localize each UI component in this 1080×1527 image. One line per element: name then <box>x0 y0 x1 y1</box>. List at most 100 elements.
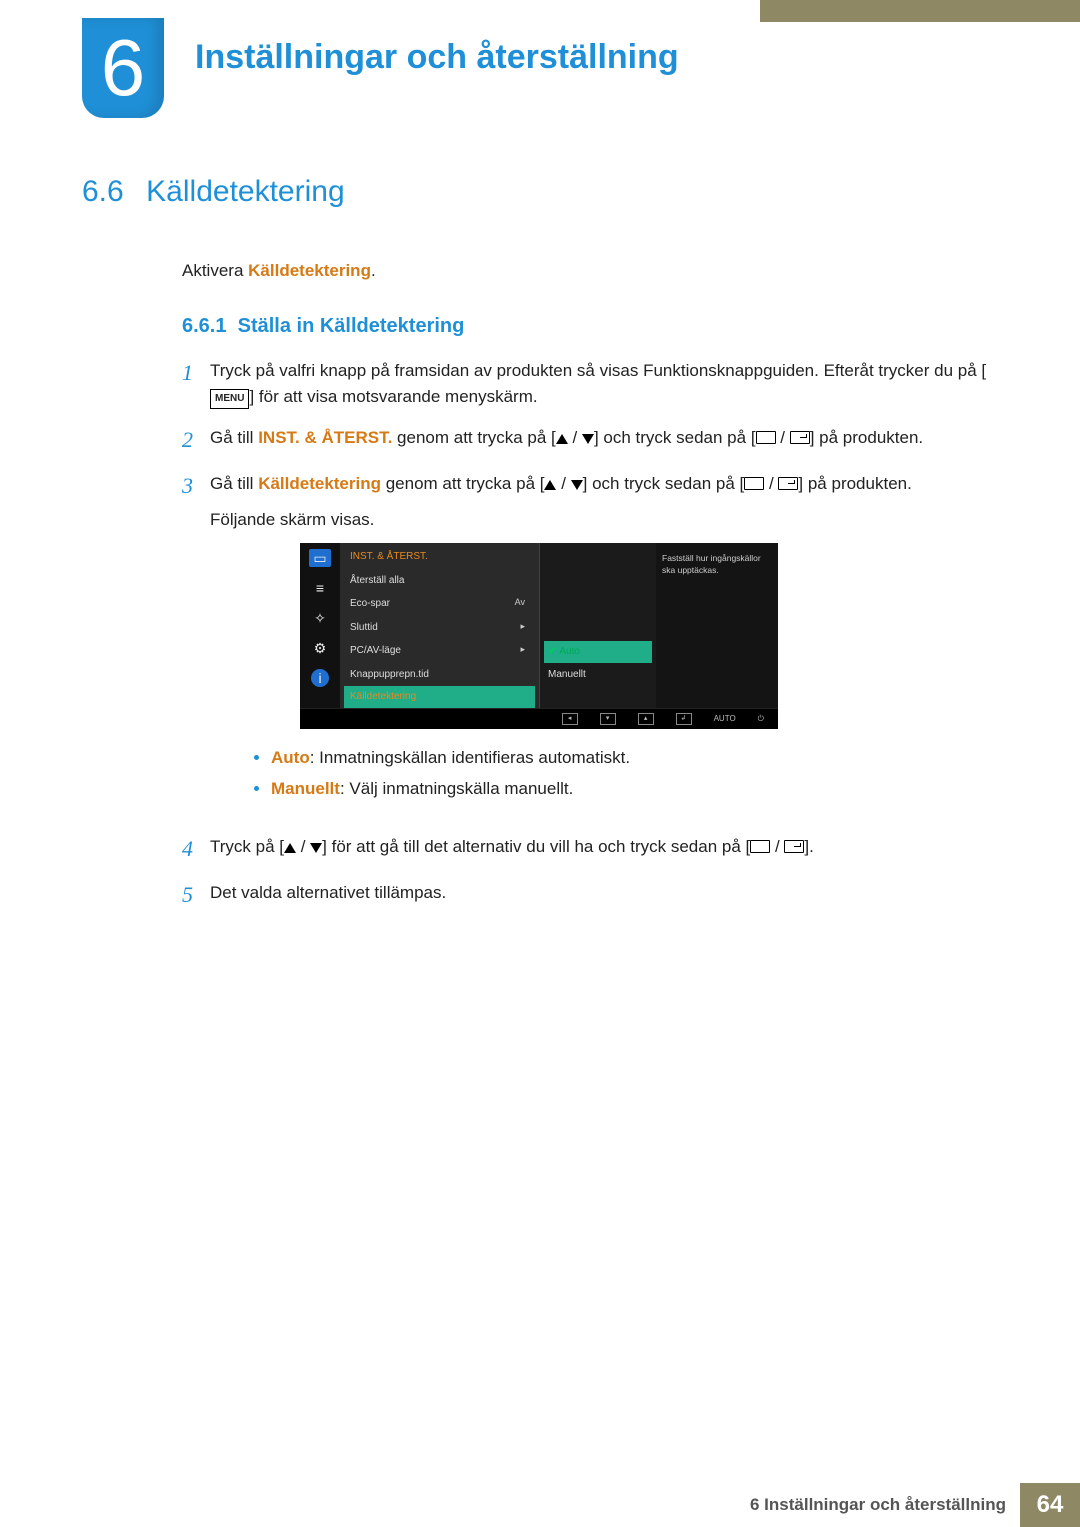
text: Tryck på [ <box>210 837 284 856</box>
arrow-up-icon <box>544 480 556 490</box>
label: Knappupprepn.tid <box>350 667 429 683</box>
value: ▸ <box>520 643 525 659</box>
text: Tryck på valfri knapp på framsidan av pr… <box>210 361 986 380</box>
page-footer: 6 Inställningar och återställning 64 <box>0 1483 1080 1527</box>
text: ] och tryck sedan på [ <box>583 474 745 493</box>
keyword: Auto <box>271 748 310 767</box>
subsection-number: 6.6.1 <box>182 315 226 337</box>
value: Av <box>515 596 525 612</box>
arrow-down-icon <box>582 434 594 444</box>
move-icon: ✧ <box>309 609 331 627</box>
nav-up-icon: ▴ <box>638 713 654 725</box>
bullet-icon <box>254 786 259 791</box>
text: ] på produkten. <box>810 428 923 447</box>
gear-icon: ⚙ <box>309 639 331 657</box>
text: genom att trycka på [ <box>381 474 544 493</box>
intro-suffix: . <box>371 261 376 280</box>
keyword: Källdetektering <box>258 474 381 493</box>
footer-chapter-label: 6 Inställningar och återställning <box>750 1495 1006 1515</box>
osd-menu-header: INST. & ÅTERST. <box>340 543 539 569</box>
intro-text: Aktivera Källdetektering. <box>182 261 1000 281</box>
text: Gå till <box>210 428 258 447</box>
text: : Inmatningskällan identifieras automati… <box>310 748 630 767</box>
enter-icon <box>778 477 798 490</box>
step-1: 1 Tryck på valfri knapp på framsidan av … <box>182 358 1000 411</box>
label: Återställ alla <box>350 573 404 589</box>
auto-label: AUTO <box>714 713 736 725</box>
subsection-title: Ställa in Källdetektering <box>238 315 465 337</box>
section-number: 6.6 <box>82 175 124 208</box>
keyword: INST. & ÅTERST. <box>258 428 392 447</box>
osd-row: Återställ alla <box>340 569 539 593</box>
osd-option-auto: ✔Auto <box>544 641 652 663</box>
select-icon <box>756 431 776 444</box>
bullet-auto: Auto: Inmatningskällan identifieras auto… <box>254 743 1000 774</box>
step-4: 4 Tryck på [ / ] för att gå till det alt… <box>182 834 1000 866</box>
step-number: 3 <box>182 469 210 820</box>
step-5: 5 Det valda alternativet tillämpas. <box>182 880 1000 912</box>
nav-enter-icon: ↲ <box>676 713 692 725</box>
step-3: 3 Gå till Källdetektering genom att tryc… <box>182 471 1000 820</box>
enter-icon <box>784 840 804 853</box>
label: Eco-spar <box>350 596 390 612</box>
select-icon <box>744 477 764 490</box>
bullet-icon <box>254 755 259 760</box>
text: Gå till <box>210 474 258 493</box>
section-title: Källdetektering <box>146 175 344 208</box>
osd-option-manual: Manuellt <box>540 663 656 687</box>
keyword: Manuellt <box>271 779 340 798</box>
subsection-heading: 6.6.1 Ställa in Källdetektering <box>182 315 1000 338</box>
section-heading: 6.6 Källdetektering <box>82 175 1000 209</box>
intro-prefix: Aktivera <box>182 261 248 280</box>
label: Källdetektering <box>350 689 416 705</box>
option-bullets: Auto: Inmatningskällan identifieras auto… <box>254 743 1000 804</box>
enter-icon <box>790 431 810 444</box>
osd-screenshot: ▭ ≡ ✧ ⚙ i INST. & ÅTERST. Återställ alla… <box>300 543 778 729</box>
osd-footer: ◂ ▾ ▴ ↲ AUTO ⏻ <box>300 708 778 729</box>
monitor-icon: ▭ <box>309 549 331 567</box>
arrow-up-icon <box>556 434 568 444</box>
step-1-text: Tryck på valfri knapp på framsidan av pr… <box>210 358 1000 411</box>
step-3-text: Gå till Källdetektering genom att trycka… <box>210 471 1000 820</box>
power-icon: ⏻ <box>758 713 764 725</box>
text: ] och tryck sedan på [ <box>594 428 756 447</box>
top-accent-bar <box>760 0 1080 22</box>
text: ]. <box>804 837 813 856</box>
step-4-text: Tryck på [ / ] för att gå till det alter… <box>210 834 1000 866</box>
text: ] för att gå till det alternativ du vill… <box>322 837 750 856</box>
text: : Välj inmatningskälla manuellt. <box>340 779 573 798</box>
osd-row-selected: Källdetektering <box>344 686 535 708</box>
text: ] på produkten. <box>798 474 911 493</box>
select-icon <box>750 840 770 853</box>
check-icon: ✔ <box>548 646 556 657</box>
info-icon: i <box>311 669 329 687</box>
text: Följande skärm visas. <box>210 507 1000 533</box>
step-5-text: Det valda alternativet tillämpas. <box>210 880 1000 912</box>
label: PC/AV-läge <box>350 643 401 659</box>
step-2: 2 Gå till INST. & ÅTERST. genom att tryc… <box>182 425 1000 457</box>
content-area: 6.6 Källdetektering Aktivera Källdetekte… <box>82 175 1000 926</box>
step-number: 2 <box>182 423 210 457</box>
step-number: 5 <box>182 878 210 912</box>
label: Sluttid <box>350 620 378 636</box>
nav-down-icon: ▾ <box>600 713 616 725</box>
step-2-text: Gå till INST. & ÅTERST. genom att trycka… <box>210 425 1000 457</box>
osd-submenu: ✔Auto Manuellt <box>540 543 656 708</box>
arrow-down-icon <box>310 843 322 853</box>
osd-menu: INST. & ÅTERST. Återställ alla Eco-spar A… <box>340 543 540 708</box>
step-number: 1 <box>182 356 210 411</box>
osd-row: Sluttid ▸ <box>340 616 539 640</box>
step-number: 4 <box>182 832 210 866</box>
page-number: 64 <box>1020 1483 1080 1527</box>
bullet-manual: Manuellt: Välj inmatningskälla manuellt. <box>254 774 1000 805</box>
arrow-down-icon <box>571 480 583 490</box>
chapter-title: Inställningar och återställning <box>195 38 679 77</box>
arrow-up-icon <box>284 843 296 853</box>
intro-keyword: Källdetektering <box>248 261 371 280</box>
label: Auto <box>559 646 580 657</box>
list-icon: ≡ <box>309 579 331 597</box>
osd-description: Fastställ hur ingångskällor ska upptäcka… <box>656 543 778 708</box>
value: ▸ <box>520 620 525 636</box>
osd-sidebar: ▭ ≡ ✧ ⚙ i <box>300 543 340 708</box>
menu-button-icon: MENU <box>210 389 249 409</box>
